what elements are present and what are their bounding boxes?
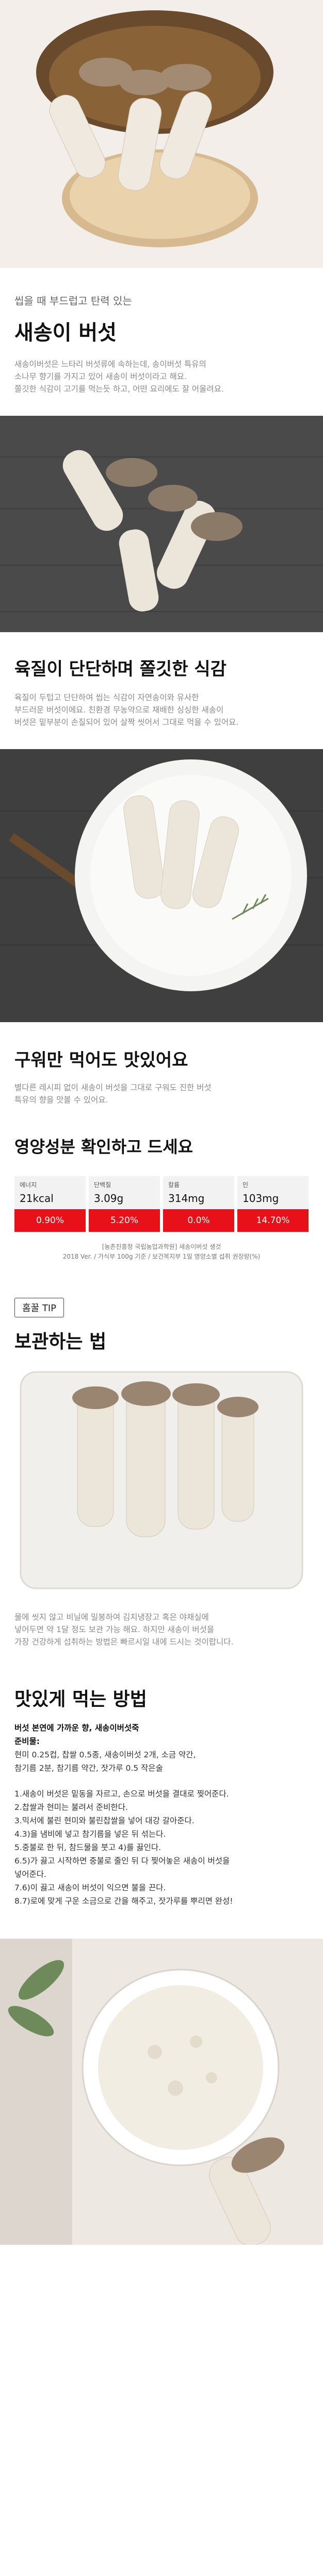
nutrition-item-top: 인 103mg xyxy=(237,1176,309,1209)
recipe-ingredients-label: 준비물: xyxy=(14,1737,40,1746)
basket-illustration xyxy=(0,0,323,268)
recipe-step: 넣어준다. xyxy=(14,1870,46,1879)
recipe-section: 맛있게 먹는 방법 버섯 본연에 가까운 향, 새송이버섯죽 준비물: 현미 0… xyxy=(0,1684,323,1939)
recipe-step: 7.6)이 끓고 새송이 버섯이 익으면 불을 끈다. xyxy=(14,1883,166,1892)
tip-badge: 홈꿀 TIP xyxy=(14,1298,64,1317)
nutrition-item-potassium: 칼륨 314mg 0.0% xyxy=(163,1176,234,1232)
recipe-step: 2.찹쌀과 현미는 불려서 준비한다. xyxy=(14,1803,128,1812)
nutrition-item-top: 칼륨 314mg xyxy=(163,1176,234,1209)
texture-desc-line: 버섯은 밑부분이 손질되어 있어 살짝 씻어서 그대로 먹을 수 있어요. xyxy=(14,718,239,727)
recipe-ingredient-line: 참기름 2분, 참기름 약간, 잣가루 0.5 작은술 xyxy=(14,1764,163,1773)
recipe-step: 3.믹서에 불린 현미와 불린찹쌀을 넣어 대강 갈아준다. xyxy=(14,1816,195,1825)
texture-desc-line: 육질이 두텁고 단단하여 씹는 식감이 자연송이와 유사한 xyxy=(14,693,199,702)
bagged-mushroom-photo xyxy=(0,1362,323,1599)
nutrition-item-protein: 단백질 3.09g 5.20% xyxy=(89,1176,160,1232)
storage-desc-line: 넣어두면 약 1달 정도 보관 가능 해요. 하지만 새송이 버섯을 xyxy=(14,1625,215,1634)
intro-title: 새송이 버섯 xyxy=(14,321,117,345)
plate-mushroom-photo xyxy=(0,749,323,1022)
storage-desc-line: 가장 건강하게 섭취하는 방법은 빠르시일 내에 드시는 것이랍니다. xyxy=(14,1637,234,1647)
storage-desc: 물에 씻지 않고 비닐에 밀봉하여 김치냉장고 혹은 야채실에 넣어두면 약 1… xyxy=(0,1599,323,1684)
nutrition-percent: 14.70% xyxy=(237,1209,309,1232)
dark-board-mushroom-photo xyxy=(0,416,323,632)
nutrition-percent: 0.0% xyxy=(163,1209,234,1232)
nutrition-percent: 0.90% xyxy=(14,1209,86,1232)
intro-subtitle: 씹을 때 부드럽고 탄력 있는 xyxy=(14,295,132,307)
nutrition-label: 칼륨 xyxy=(168,1181,180,1189)
nutrition-item-energy: 에너지 21kcal 0.90% xyxy=(14,1176,86,1232)
porridge-photo xyxy=(0,1939,323,2245)
nutrition-value: 3.09g xyxy=(94,1192,124,1205)
intro-desc-line: 쫄깃한 식감이 고기를 먹는듯 하고, 어떤 요리에도 잘 어울려요. xyxy=(14,384,224,394)
recipe-step: 5.중불로 한 뒤, 참드물을 붓고 4)를 끓인다. xyxy=(14,1843,162,1852)
nutrition-value: 103mg xyxy=(243,1192,279,1205)
nutrition-section: 영양성분 확인하고 드세요 에너지 21kcal 0.90% 단백질 3.09g… xyxy=(0,1129,323,1282)
recipe-name: 버섯 본연에 가까운 향, 새송이버섯죽 xyxy=(14,1723,139,1733)
nutrition-label: 에너지 xyxy=(20,1181,37,1189)
product-detail-page: 씹을 때 부드럽고 탄력 있는 새송이 버섯 새송이버섯은 느타리 버섯류에 속… xyxy=(0,0,323,2245)
bagged-illustration xyxy=(0,1362,323,1599)
basket-mushroom-photo xyxy=(0,0,323,268)
nutrition-item-top: 에너지 21kcal xyxy=(14,1176,86,1209)
grill-desc-line: 별다른 레시피 없이 새송이 버섯을 그대로 구워도 진한 버섯 xyxy=(14,1083,212,1092)
texture-desc-line: 부드러운 버섯이에요. 친환경 무농약으로 재배한 싱싱한 새송이 xyxy=(14,705,224,715)
plate-illustration xyxy=(0,749,323,1022)
storage-desc-line: 물에 씻지 않고 비닐에 밀봉하여 김치냉장고 혹은 야채실에 xyxy=(14,1613,209,1622)
nutrition-note: [농촌진흥청 국립농업과학원] 새송이버섯 생것 2018 Ver. / 가식부… xyxy=(14,1242,309,1262)
recipe-step: 4.3)을 냄비에 넣고 참기름을 넣은 뒤 섞는다. xyxy=(14,1829,166,1839)
grill-desc-line: 특유의 향을 맛볼 수 있어요. xyxy=(14,1095,108,1105)
nutrition-value: 21kcal xyxy=(20,1192,54,1205)
recipe-step: 6.5)가 끓고 시작하면 중불로 줄인 뒤 다 찢어놓은 새송이 버섯을 xyxy=(14,1856,230,1866)
nutrition-label: 인 xyxy=(243,1181,249,1189)
storage-title: 보관하는 법 xyxy=(14,1331,107,1352)
nutrition-note-line: [농촌진흥청 국립농업과학원] 새송이버섯 생것 xyxy=(102,1243,221,1250)
nutrition-label: 단백질 xyxy=(94,1181,111,1189)
nutrition-item-phosphorus: 인 103mg 14.70% xyxy=(237,1176,309,1232)
grill-title: 구워만 먹어도 맛있어요 xyxy=(14,1050,188,1071)
porridge-illustration xyxy=(0,1939,323,2245)
texture-title: 육질이 단단하며 쫄깃한 식감 xyxy=(14,659,227,680)
recipe-step: 1.새송이 버섯은 밑동을 자르고, 손으로 버섯을 결대로 찢어준다. xyxy=(14,1789,229,1799)
texture-section: 육질이 단단하며 쫄깃한 식감 육질이 두텁고 단단하여 씹는 식감이 자연송이… xyxy=(0,632,323,749)
storage-section: 홈꿀 TIP 보관하는 법 xyxy=(0,1282,323,1362)
intro-section: 씹을 때 부드럽고 탄력 있는 새송이 버섯 새송이버섯은 느타리 버섯류에 속… xyxy=(0,268,323,416)
recipe-step: 8.7)로에 맞게 구운 소금으로 간을 해주고, 잣가루를 뿌리면 완성! xyxy=(14,1896,233,1906)
intro-desc-line: 새송이버섯은 느타리 버섯류에 속하는데, 송이버섯 특유의 xyxy=(14,360,206,369)
grill-section: 구워만 먹어도 맛있어요 별다른 레시피 없이 새송이 버섯을 그대로 구워도 … xyxy=(0,1022,323,1129)
nutrition-item-top: 단백질 3.09g xyxy=(89,1176,160,1209)
nutrition-title: 영양성분 확인하고 드세요 xyxy=(14,1137,193,1157)
intro-desc-line: 소나무 향기를 가지고 있어 새송이 버섯이라고 해요. xyxy=(14,372,187,381)
nutrition-grid: 에너지 21kcal 0.90% 단백질 3.09g 5.20% 칼륨 314m… xyxy=(14,1176,309,1232)
nutrition-note-line: 2018 Ver. / 가식부 100g 기준 / 보건복지부 1일 영양소별 … xyxy=(62,1253,261,1260)
recipe-title: 맛있게 먹는 방법 xyxy=(14,1689,147,1710)
nutrition-value: 314mg xyxy=(168,1192,205,1205)
nutrition-percent: 5.20% xyxy=(89,1209,160,1232)
dark-board-illustration xyxy=(0,416,323,632)
recipe-ingredient-line: 현미 0.25컵, 찹쌀 0.5종, 새송이버섯 2개, 소금 약간, xyxy=(14,1750,196,1759)
